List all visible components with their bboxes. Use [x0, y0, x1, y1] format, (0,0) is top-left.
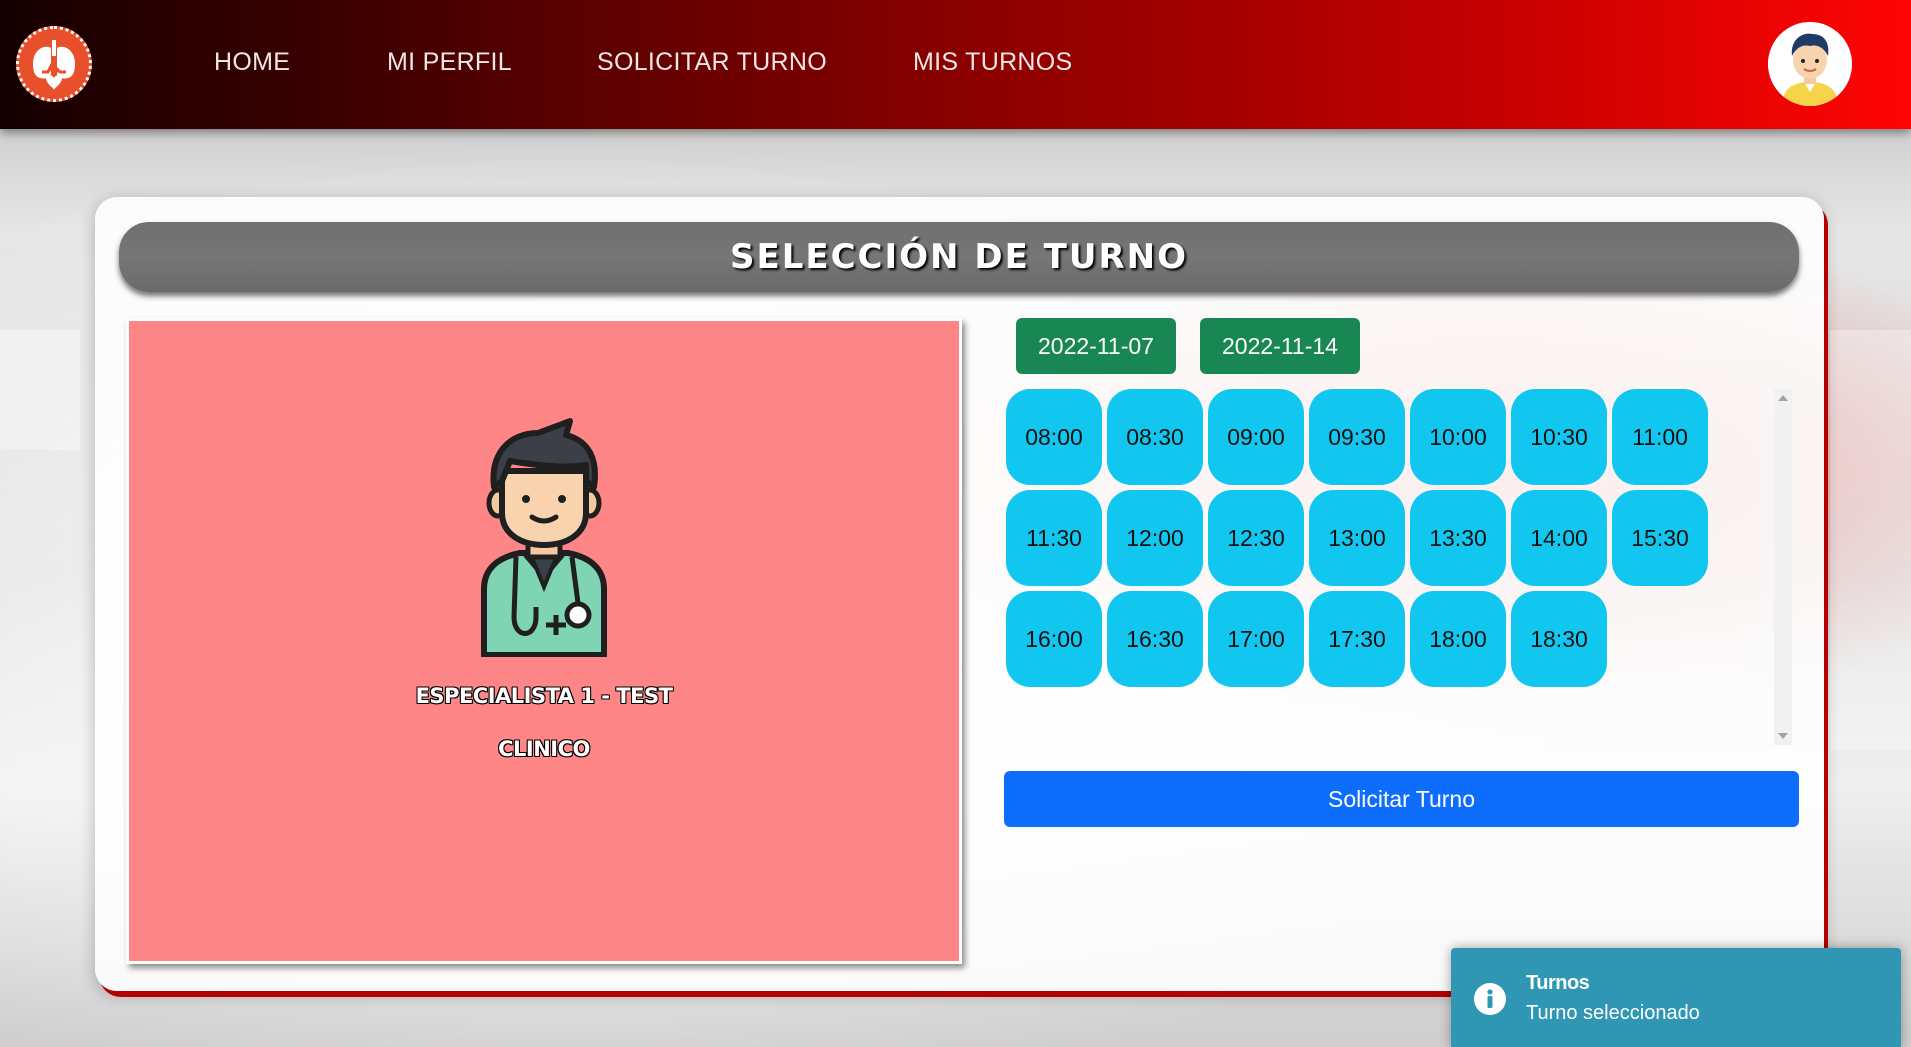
user-avatar-icon[interactable] — [1768, 22, 1852, 106]
time-slot-button[interactable]: 18:30 — [1511, 591, 1607, 687]
top-navbar: HOME MI PERFIL SOLICITAR TURNO MIS TURNO… — [0, 0, 1911, 129]
time-slot-button[interactable]: 08:30 — [1107, 389, 1203, 485]
background-window-light — [0, 330, 80, 450]
time-slot-button[interactable]: 09:00 — [1208, 389, 1304, 485]
time-slot-button[interactable]: 13:30 — [1410, 490, 1506, 586]
time-slot-button[interactable]: 18:00 — [1410, 591, 1506, 687]
info-icon — [1474, 983, 1506, 1015]
time-slot-button[interactable]: 14:00 — [1511, 490, 1607, 586]
lungs-heart-logo-icon[interactable] — [16, 26, 92, 102]
date-button[interactable]: 2022-11-14 — [1200, 318, 1360, 374]
card-header: SELECCIÓN DE TURNO — [119, 222, 1799, 292]
time-slot-button[interactable]: 09:30 — [1309, 389, 1405, 485]
scroll-down-arrow-icon[interactable] — [1778, 733, 1788, 739]
doctor-icon — [481, 418, 607, 657]
time-slot-button[interactable]: 10:00 — [1410, 389, 1506, 485]
time-slot-button[interactable]: 16:00 — [1006, 591, 1102, 687]
toast-notification[interactable]: Turnos Turno seleccionado — [1451, 948, 1901, 1047]
time-slot-button[interactable]: 12:00 — [1107, 490, 1203, 586]
nav-profile-link[interactable]: MI PERFIL — [387, 48, 512, 77]
specialist-specialty: CLINICO — [498, 737, 590, 761]
specialist-card[interactable]: ESPECIALISTA 1 - TEST CLINICO — [126, 318, 962, 964]
time-slot-button[interactable]: 12:30 — [1208, 490, 1304, 586]
time-slot-button[interactable]: 17:30 — [1309, 591, 1405, 687]
time-slot-button[interactable]: 17:00 — [1208, 591, 1304, 687]
time-slot-button[interactable]: 10:30 — [1511, 389, 1607, 485]
request-appointment-button[interactable]: Solicitar Turno — [1004, 771, 1799, 827]
toast-title: Turnos — [1526, 972, 1590, 994]
time-slot-button[interactable]: 16:30 — [1107, 591, 1203, 687]
time-slot-button[interactable]: 15:30 — [1612, 490, 1708, 586]
time-slot-button[interactable]: 11:00 — [1612, 389, 1708, 485]
time-slot-button[interactable]: 08:00 — [1006, 389, 1102, 485]
specialist-name: ESPECIALISTA 1 - TEST — [415, 684, 673, 708]
nav-request-appointment-link[interactable]: SOLICITAR TURNO — [597, 48, 827, 77]
background-window-light — [1830, 330, 1911, 750]
slots-scrollbar[interactable] — [1774, 389, 1792, 745]
time-slot-button[interactable]: 11:30 — [1006, 490, 1102, 586]
date-button[interactable]: 2022-11-07 — [1016, 318, 1176, 374]
nav-my-appointments-link[interactable]: MIS TURNOS — [913, 48, 1073, 77]
scroll-up-arrow-icon[interactable] — [1778, 395, 1788, 401]
toast-message: Turno seleccionado — [1526, 1002, 1700, 1024]
page-title: SELECCIÓN DE TURNO — [730, 237, 1188, 277]
nav-home-link[interactable]: HOME — [214, 48, 290, 77]
time-slot-button[interactable]: 13:00 — [1309, 490, 1405, 586]
